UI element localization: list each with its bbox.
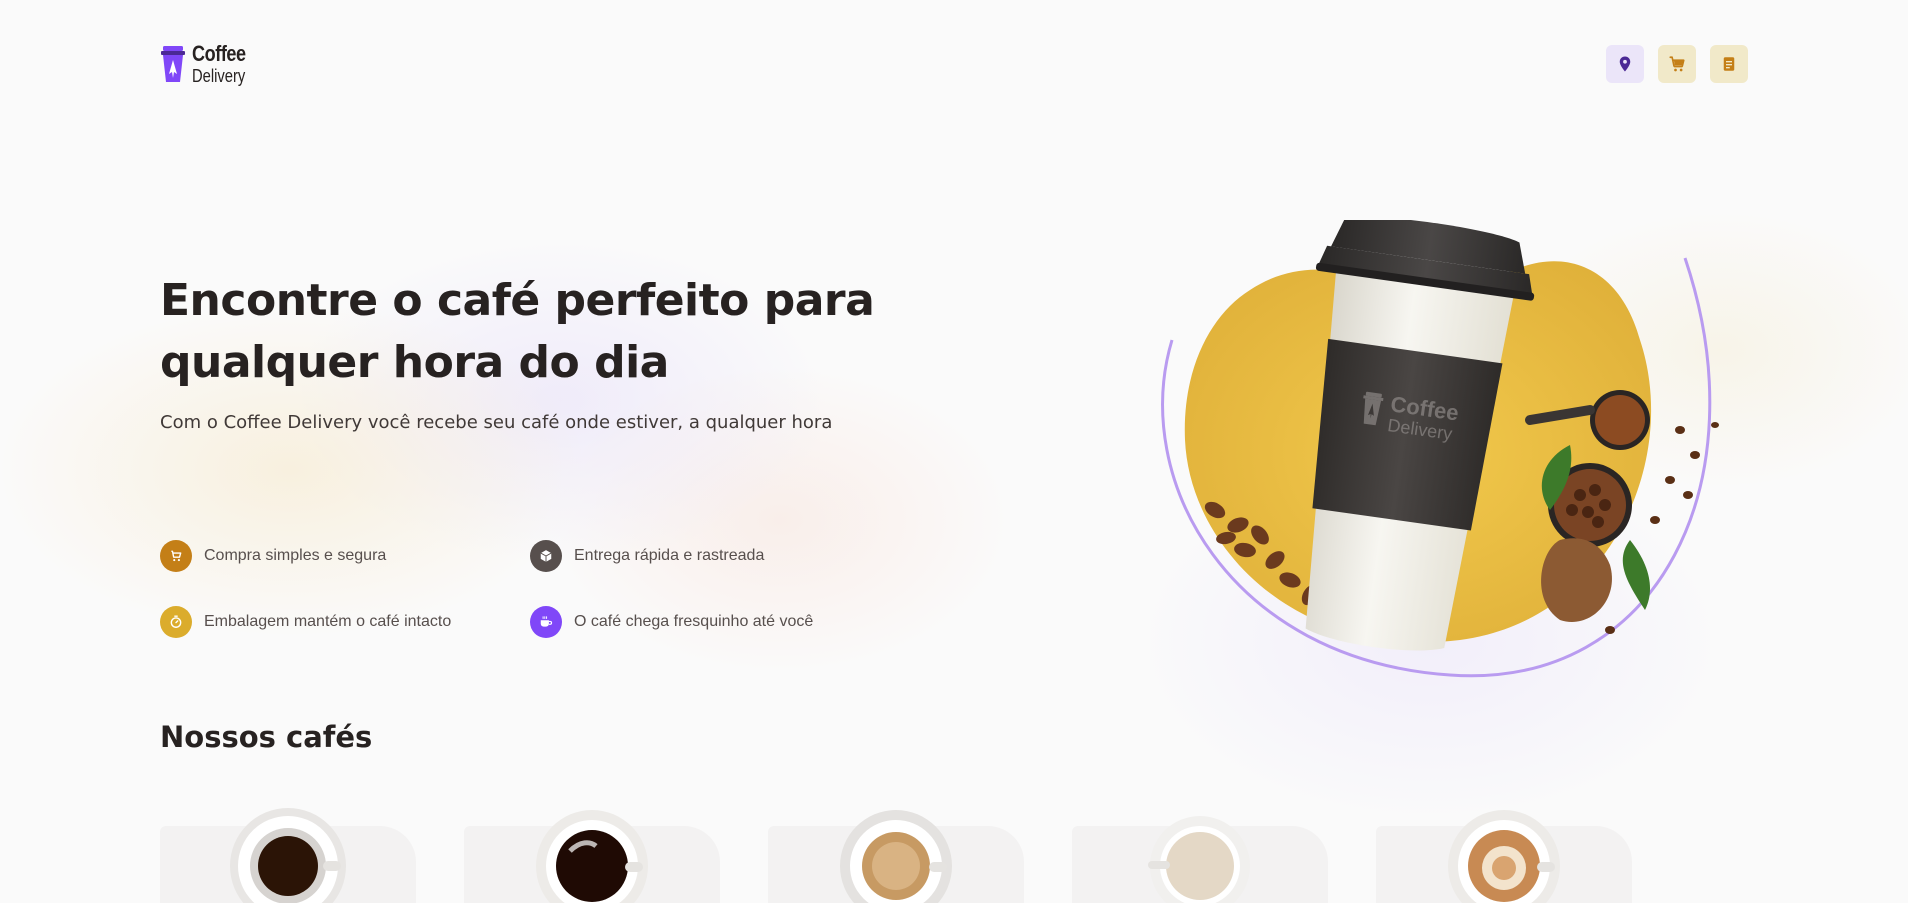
features-grid: Compra simples e segura Entrega rápida e… (160, 540, 860, 638)
feature-item-delivery: Entrega rápida e rastreada (530, 540, 860, 572)
cart-button[interactable] (1658, 45, 1696, 83)
timer-icon (170, 615, 182, 628)
hero-title: Encontre o café perfeito para qualquer h… (160, 275, 875, 388)
product-card[interactable] (768, 810, 1024, 903)
latte-cup-icon (1448, 810, 1560, 903)
products-grid (160, 808, 1632, 903)
creamy-espresso-cup-icon (840, 810, 952, 903)
feature-text: O café chega fresquinho até você (574, 613, 814, 630)
hero-section: Encontre o café perfeito para qualquer h… (160, 270, 880, 433)
brand-name-line2: Delivery (192, 66, 246, 86)
site-header: Coffee Delivery (160, 40, 1748, 88)
receipt-icon (1723, 57, 1735, 71)
package-icon (540, 550, 552, 562)
brand-name-line1: Coffee (192, 41, 246, 66)
feature-text: Entrega rápida e rastreada (574, 547, 765, 564)
feature-item-fresh: O café chega fresquinho até você (530, 606, 860, 638)
product-card[interactable] (160, 808, 416, 903)
feature-item-purchase: Compra simples e segura (160, 540, 530, 572)
espresso-cup-icon (230, 808, 346, 903)
americano-cup-icon (536, 810, 648, 903)
orders-button[interactable] (1710, 45, 1748, 83)
feature-text: Compra simples e segura (204, 547, 387, 564)
map-pin-icon (1619, 56, 1631, 72)
product-card[interactable] (464, 810, 720, 903)
feature-icon-badge (160, 540, 192, 572)
feature-icon-badge (530, 606, 562, 638)
header-actions (1606, 45, 1748, 83)
feature-icon-badge (530, 540, 562, 572)
product-card[interactable] (1072, 816, 1328, 903)
feature-text: Embalagem mantém o café intacto (204, 613, 452, 630)
shopping-cart-icon (171, 550, 182, 562)
iced-coffee-cup-icon (1148, 816, 1250, 903)
hero-subtitle: Com o Coffee Delivery você recebe seu ca… (160, 412, 833, 433)
feature-item-packaging: Embalagem mantém o café intacto (160, 606, 530, 638)
location-button[interactable] (1606, 45, 1644, 83)
hero-coffee-cup-illustration: Coffee Delivery (1161, 220, 1719, 678)
feature-icon-badge (160, 606, 192, 638)
products-section-title: Nossos cafés (160, 720, 373, 754)
logo[interactable]: Coffee Delivery (160, 43, 257, 85)
product-card[interactable] (1376, 810, 1632, 903)
shopping-cart-icon (1669, 56, 1685, 72)
coffee-cup-logo-icon (161, 46, 185, 82)
coffee-icon (540, 616, 553, 627)
